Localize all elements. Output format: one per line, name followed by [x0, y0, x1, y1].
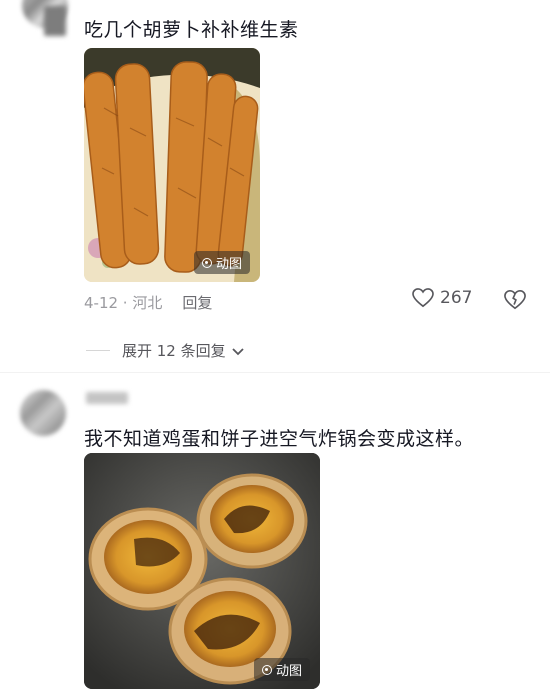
username-redacted [44, 6, 66, 36]
chevron-down-icon [231, 347, 244, 355]
badge-label: 动图 [275, 664, 302, 679]
username-redacted [86, 392, 128, 404]
fried-carrot-sticks-image [84, 48, 260, 282]
badge-label: 动图 [215, 257, 242, 272]
comment-image[interactable]: 动图 [84, 48, 260, 282]
comment-image[interactable]: 动图 [84, 453, 320, 689]
expand-replies-button[interactable]: 展开 12 条回复 [86, 340, 246, 361]
comment-text: 吃几个胡萝卜补补维生素 [84, 19, 299, 41]
reply-button[interactable]: 回复 [182, 292, 212, 313]
broken-heart-icon [504, 290, 526, 310]
comment-divider [0, 372, 550, 373]
comment-meta: 4-12 · 河北 回复 [84, 292, 212, 313]
like-button[interactable]: 267 [412, 288, 472, 308]
like-count: 267 [440, 288, 473, 308]
live-photo-icon [261, 664, 272, 675]
live-photo-badge: 动图 [193, 251, 250, 274]
dislike-button[interactable] [504, 289, 526, 315]
egg-tarts-air-fryer-image [84, 453, 320, 689]
expand-divider [86, 350, 110, 351]
date-location: 4-12 · 河北 [84, 294, 163, 312]
expand-label: 展开 12 条回复 [122, 342, 226, 360]
live-photo-badge: 动图 [253, 658, 310, 681]
live-photo-icon [201, 257, 212, 268]
heart-outline-icon [412, 288, 434, 308]
comment-text: 我不知道鸡蛋和饼子进空气炸锅会变成这样。 [84, 428, 475, 450]
avatar[interactable] [20, 390, 66, 436]
